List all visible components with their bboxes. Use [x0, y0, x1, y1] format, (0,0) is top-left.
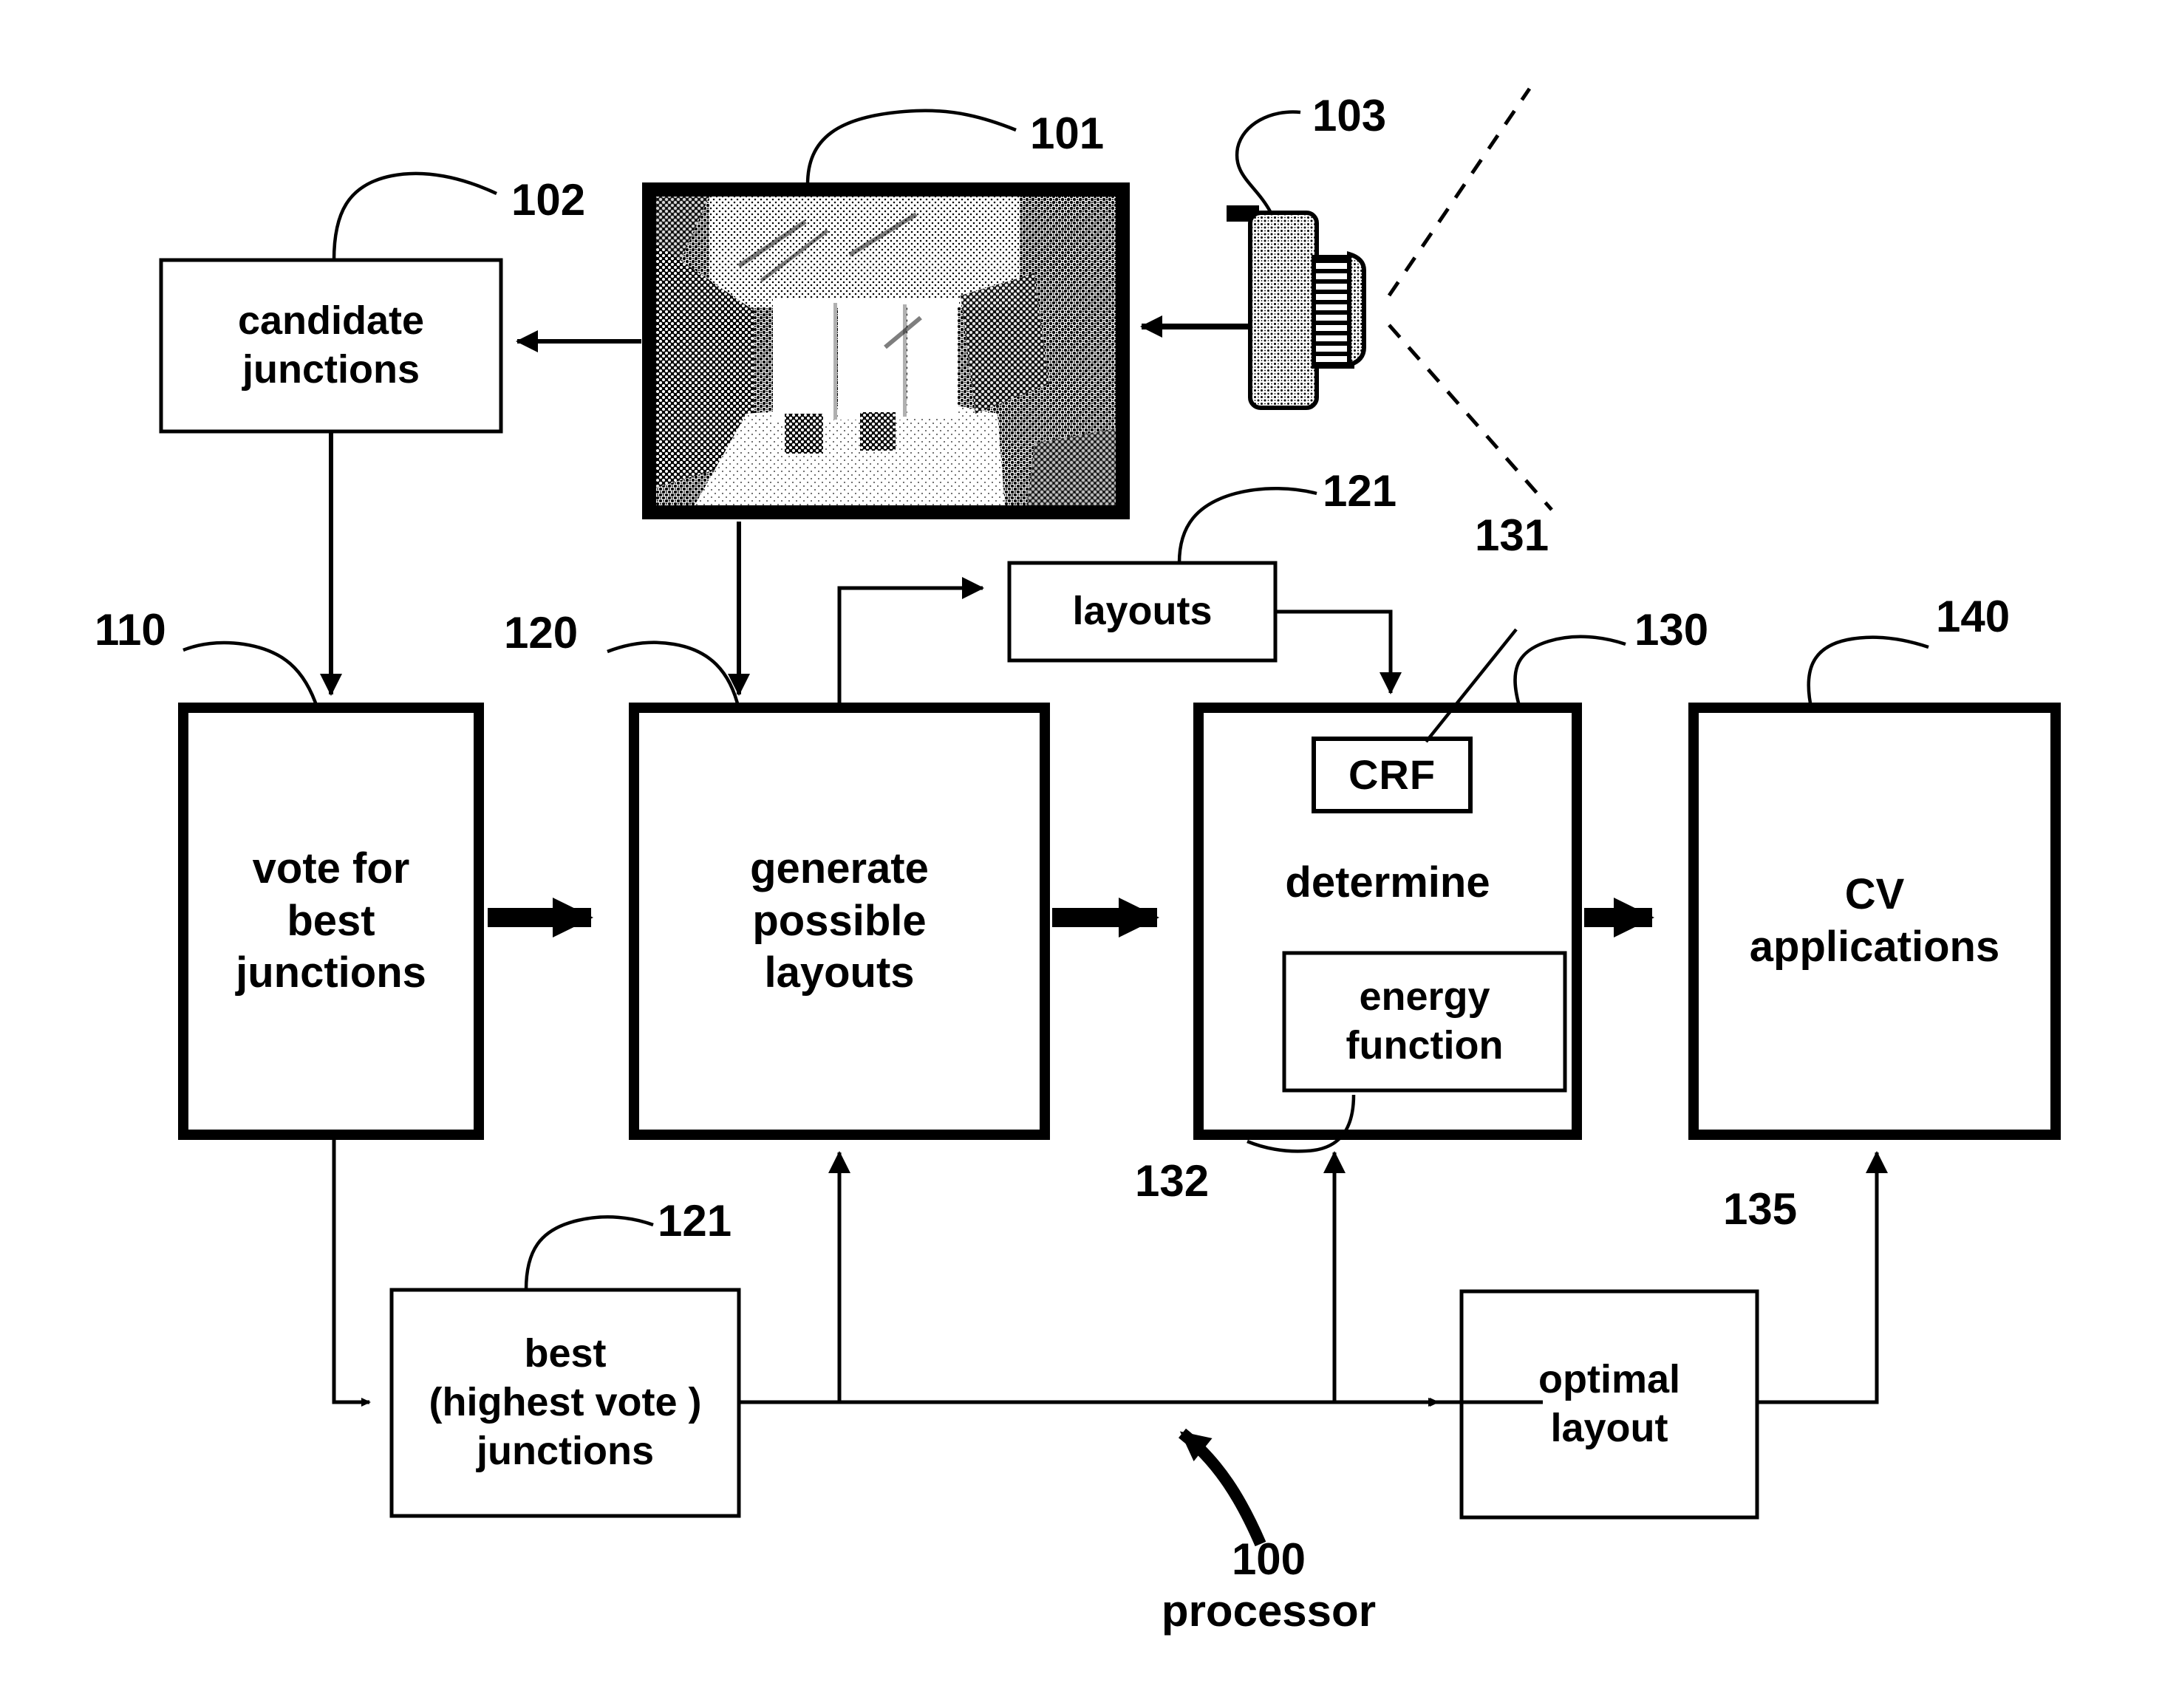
arrow-layouts-to-determine [1275, 609, 1402, 694]
vote-for-best-junctions-box[interactable] [183, 708, 479, 1135]
arrow-best-junctions-to-determine [739, 1151, 1346, 1404]
arrow-vote-to-best-junctions [332, 1138, 371, 1407]
leader-121-best-junctions [524, 1215, 654, 1291]
leader-101 [805, 109, 1017, 185]
arrow-optimal-layout-to-cv [1757, 1151, 1888, 1404]
optimal-layout-box[interactable] [1462, 1291, 1757, 1517]
arrow-best-junctions-to-generate [739, 1151, 850, 1404]
layouts-box[interactable] [1009, 563, 1275, 660]
leader-121-layouts [1177, 486, 1317, 564]
best-junctions-box[interactable] [392, 1290, 739, 1516]
candidate-junctions-box[interactable] [161, 260, 501, 431]
cv-applications-box[interactable] [1694, 708, 2056, 1135]
patent-figure: candidate junctions vote for best juncti… [0, 0, 2162, 1708]
fov-line-lower [1388, 324, 1553, 511]
leader-102 [332, 171, 497, 261]
leader-140 [1807, 635, 1929, 711]
scene-photo-target[interactable] [644, 185, 1128, 517]
generate-possible-layouts-box[interactable] [634, 708, 1045, 1135]
leader-120 [607, 640, 741, 710]
leader-100-processor [1179, 1428, 1266, 1547]
arrow-generate-to-layouts [837, 577, 984, 708]
leader-130 [1513, 635, 1626, 711]
fov-line-upper [1387, 87, 1532, 297]
crf-box[interactable] [1314, 739, 1470, 811]
energy-function-box[interactable] [1284, 953, 1565, 1090]
camera-target[interactable] [1227, 205, 1374, 412]
leader-110 [183, 640, 320, 710]
